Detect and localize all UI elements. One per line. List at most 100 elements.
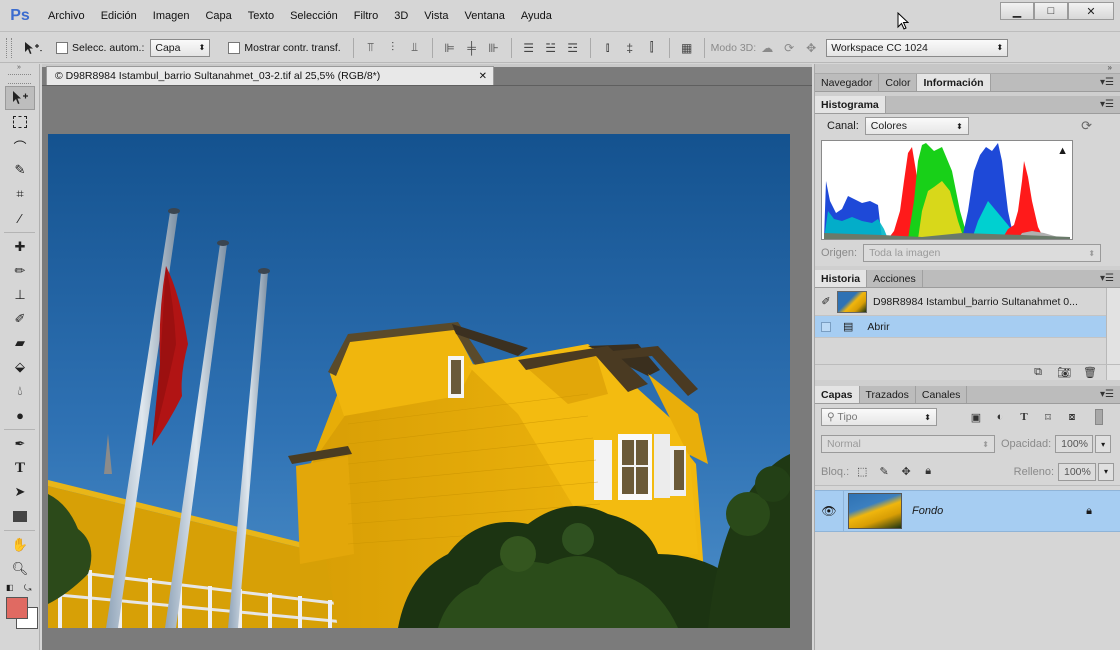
lock-transparent-pixels-icon[interactable]: ⬚ (853, 464, 871, 480)
panel-menu-icon[interactable]: ▾☰ (1100, 77, 1114, 88)
document-tab[interactable]: © D98R8984 Istambul_barrio Sultanahmet_0… (46, 66, 494, 85)
distribute-top-icon[interactable]: ☰ (518, 39, 540, 57)
blur-tool-icon[interactable]: 💧︎ (5, 379, 35, 403)
align-bottom-icon[interactable]: ⫫ (404, 39, 426, 57)
new-snapshot-icon[interactable]: 📷︎ (1055, 365, 1073, 381)
history-brush-tool-icon[interactable]: ✐ (5, 307, 35, 331)
distribute-bottom-icon[interactable]: ☲ (562, 39, 584, 57)
menu-archivo[interactable]: Archivo (40, 0, 93, 32)
type-tool-icon[interactable]: T (5, 456, 35, 480)
menu-filtro[interactable]: Filtro (346, 0, 386, 32)
history-source-checkbox[interactable] (821, 321, 831, 332)
lasso-tool-icon[interactable]: ⌒ (5, 134, 35, 158)
tab-acciones[interactable]: Acciones (867, 270, 923, 287)
distribute-vcenter-icon[interactable]: ☱ (540, 39, 562, 57)
tab-capas[interactable]: Capas (815, 386, 860, 403)
tab-canales[interactable]: Canales (916, 386, 968, 403)
menu-seleccion[interactable]: Selección (282, 0, 346, 32)
panel-menu-icon[interactable]: ▾☰ (1100, 389, 1114, 400)
align-vcenter-icon[interactable]: ⫶ (382, 39, 404, 57)
layer-filter-dropdown[interactable]: ⚲ Tipo ⬍ (821, 408, 937, 426)
new-document-from-state-icon[interactable]: ⧉ (1029, 365, 1047, 381)
minimize-button[interactable]: ▁ (1000, 2, 1034, 20)
menu-texto[interactable]: Texto (240, 0, 282, 32)
filter-toggle-switch[interactable] (1095, 409, 1103, 425)
panel-menu-icon[interactable]: ▾☰ (1100, 273, 1114, 284)
auto-select-checkbox[interactable] (56, 41, 68, 54)
shape-tool-icon[interactable] (5, 504, 35, 528)
auto-align-icon[interactable]: ▦ (676, 39, 698, 57)
history-state-row[interactable]: ▤ Abrir (815, 316, 1120, 338)
clone-stamp-tool-icon[interactable]: ⊥ (5, 283, 35, 307)
zoom-tool-icon[interactable]: 🔍︎ (5, 557, 35, 581)
foreground-color-swatch[interactable] (6, 597, 28, 619)
menu-vista[interactable]: Vista (416, 0, 456, 32)
panel-collapse-icon[interactable]: » (1108, 63, 1112, 72)
default-colors-icon[interactable]: ◧ (6, 583, 14, 592)
filter-smart-objects-icon[interactable]: ⧇ (1063, 409, 1081, 425)
tab-navegador[interactable]: Navegador (815, 74, 880, 91)
refresh-histogram-icon[interactable]: ⟳ (1081, 118, 1092, 134)
swap-colors-icon[interactable]: ⤿ (24, 583, 32, 594)
panel-menu-icon[interactable]: ▾☰ (1100, 99, 1114, 110)
eraser-tool-icon[interactable]: ▰ (5, 331, 35, 355)
filter-pixel-layers-icon[interactable]: ▣ (967, 409, 985, 425)
fill-slider-arrow-icon[interactable]: ▾ (1098, 462, 1114, 481)
marquee-tool-icon[interactable] (5, 110, 35, 134)
quick-selection-tool-icon[interactable]: ✎ (5, 158, 35, 182)
path-selection-tool-icon[interactable]: ➤ (5, 480, 35, 504)
delete-state-icon[interactable]: 🗑︎ (1081, 365, 1099, 381)
menu-ventana[interactable]: Ventana (457, 0, 513, 32)
align-top-icon[interactable]: ⫪ (360, 39, 382, 57)
image-canvas[interactable] (48, 134, 790, 628)
cache-warning-icon[interactable]: ▲ (1057, 145, 1068, 157)
workspace-dropdown[interactable]: Workspace CC 1024 ⬍ (826, 38, 1009, 57)
pen-tool-icon[interactable]: ✒ (5, 432, 35, 456)
distribute-hcenter-icon[interactable]: ‡ (619, 39, 641, 57)
crop-tool-icon[interactable]: ⌗ (5, 182, 35, 206)
tab-histograma[interactable]: Histograma (815, 96, 886, 113)
hand-tool-icon[interactable]: ✋ (5, 533, 35, 557)
toolbar-collapse-icon[interactable]: » (0, 64, 39, 72)
options-grip[interactable] (6, 37, 12, 58)
toolbar-grip[interactable] (8, 74, 31, 84)
orbit-3d-icon[interactable]: ☁ (756, 39, 778, 57)
layer-row-fondo[interactable]: 👁︎ Fondo 🔒︎ (815, 490, 1120, 532)
tab-trazados[interactable]: Trazados (860, 386, 916, 403)
pan-3d-icon[interactable]: ✥ (800, 39, 822, 57)
tab-historia[interactable]: Historia (815, 270, 868, 287)
eyedropper-tool-icon[interactable]: ⁄ (5, 206, 35, 230)
history-brush-source-icon[interactable]: ✐ (815, 295, 837, 308)
opacity-input[interactable]: 100% (1055, 435, 1094, 453)
menu-imagen[interactable]: Imagen (145, 0, 198, 32)
tab-color[interactable]: Color (879, 74, 918, 91)
paint-bucket-tool-icon[interactable]: ⬙ (5, 355, 35, 379)
blend-mode-dropdown[interactable]: Normal ⬍ (821, 435, 995, 453)
align-right-icon[interactable]: ⊪ (483, 39, 505, 57)
tab-informacion[interactable]: Información (917, 74, 991, 91)
maximize-button[interactable]: □ (1034, 2, 1068, 20)
move-tool-icon[interactable] (5, 86, 35, 110)
lock-position-icon[interactable]: ✥ (897, 464, 915, 480)
menu-3d[interactable]: 3D (386, 0, 416, 32)
history-snapshot-row[interactable]: ✐ D98R8984 Istambul_barrio Sultanahmet 0… (815, 288, 1120, 316)
filter-shape-layers-icon[interactable]: ⌑ (1039, 409, 1057, 425)
show-transform-checkbox[interactable] (228, 41, 241, 54)
healing-brush-tool-icon[interactable]: ✚ (5, 235, 35, 259)
fill-input[interactable]: 100% (1058, 462, 1096, 481)
menu-ayuda[interactable]: Ayuda (513, 0, 560, 32)
source-dropdown[interactable]: Toda la imagen ⬍ (863, 244, 1102, 262)
panel-collapse-strip[interactable]: » (815, 63, 1120, 74)
filter-adjustment-layers-icon[interactable]: ◐ (991, 409, 1009, 425)
align-hcenter-icon[interactable]: ╪ (461, 39, 483, 57)
roll-3d-icon[interactable]: ⟳ (778, 39, 800, 57)
document-tab-close-icon[interactable]: ✕ (479, 71, 487, 82)
menu-capa[interactable]: Capa (197, 0, 239, 32)
brush-tool-icon[interactable]: ✏ (5, 259, 35, 283)
lock-all-icon[interactable]: 🔒︎ (919, 464, 937, 480)
visibility-eye-icon[interactable]: 👁︎ (815, 504, 843, 518)
dodge-tool-icon[interactable]: ● (5, 403, 35, 427)
lock-image-pixels-icon[interactable]: ✎ (875, 464, 893, 480)
filter-type-layers-icon[interactable]: T (1015, 409, 1033, 425)
move-tool-preset-icon[interactable] (18, 37, 48, 59)
